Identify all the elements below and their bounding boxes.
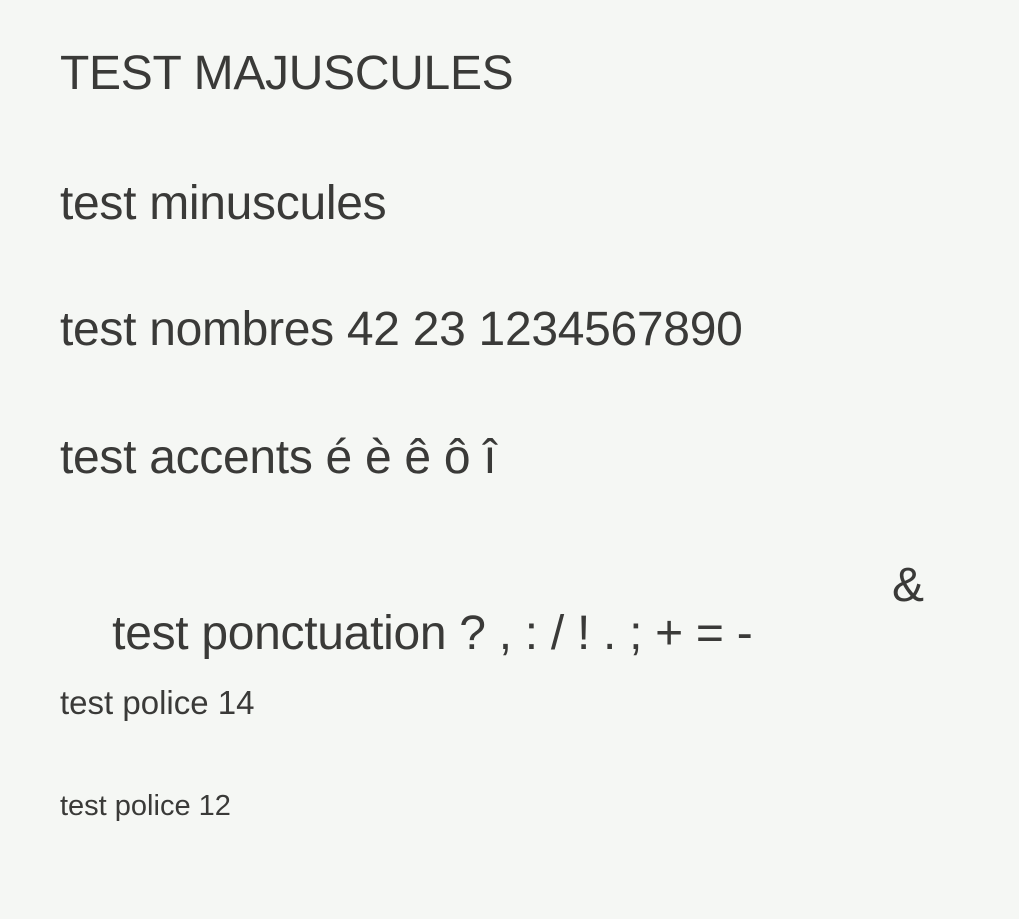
accents-test-line: test accents é è ê ô î bbox=[60, 431, 497, 484]
lowercase-test-line: test minuscules bbox=[60, 177, 387, 230]
ampersand-symbol: & bbox=[892, 559, 924, 612]
font-size-14-line: test police 14 bbox=[60, 684, 255, 721]
scanned-page: TEST MAJUSCULES test minuscules test nom… bbox=[0, 0, 1019, 919]
font-size-12-line: test police 12 bbox=[60, 790, 231, 822]
punctuation-text: test ponctuation ? , : / ! . ; + = - bbox=[112, 607, 753, 660]
punctuation-test-line: test ponctuation ? , : / ! . ; + = - & bbox=[60, 562, 924, 754]
uppercase-test-line: TEST MAJUSCULES bbox=[60, 47, 514, 100]
numbers-test-line: test nombres 42 23 1234567890 bbox=[60, 303, 743, 356]
